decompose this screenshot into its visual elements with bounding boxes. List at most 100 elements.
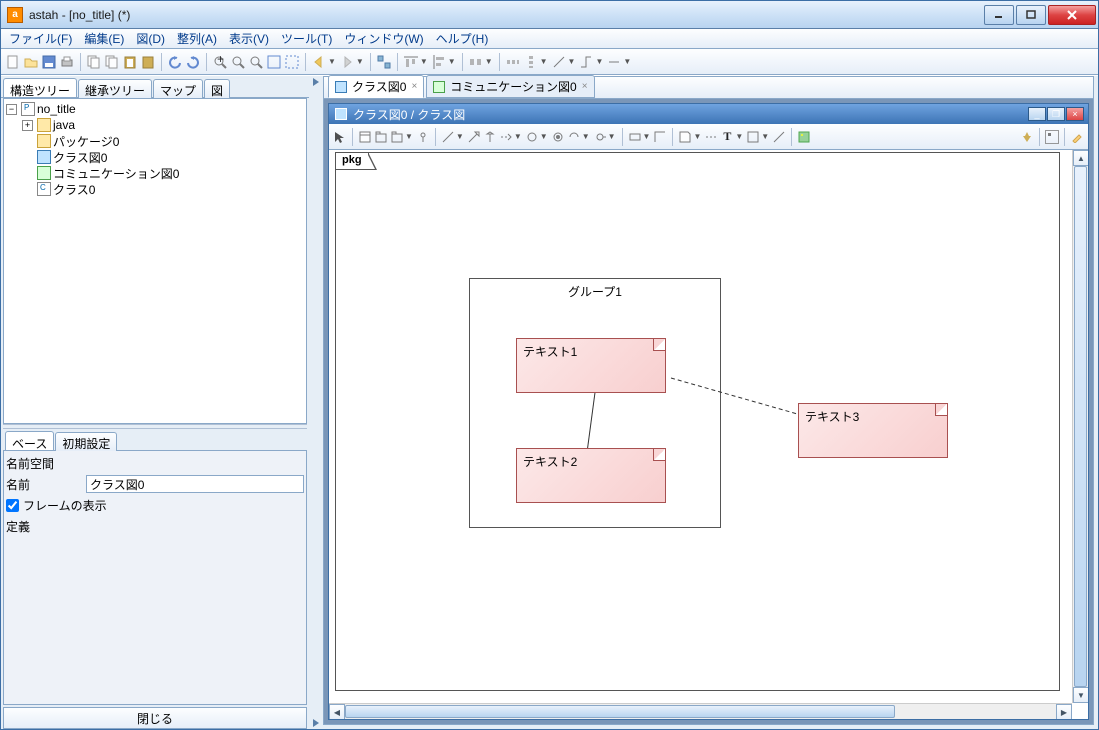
dist-v-dd-icon[interactable]: ▼	[540, 57, 548, 66]
close-tab-icon[interactable]: ×	[580, 81, 590, 92]
zoom-out-icon[interactable]	[230, 54, 246, 70]
undo-icon[interactable]	[167, 54, 183, 70]
tree-classdiag0[interactable]: クラス図0	[6, 149, 304, 165]
scroll-left-icon[interactable]: ◀	[329, 704, 345, 719]
back-dd-icon[interactable]: ▼	[328, 57, 336, 66]
copy-icon[interactable]	[86, 54, 102, 70]
dist-h-icon[interactable]	[505, 54, 521, 70]
tree-root[interactable]: −no_title	[6, 101, 304, 117]
close-button[interactable]	[1048, 5, 1096, 25]
dd-icon[interactable]: ▼	[582, 132, 590, 141]
scroll-right-icon[interactable]: ▶	[1056, 704, 1072, 719]
forward-dd-icon[interactable]: ▼	[356, 57, 364, 66]
paste2-icon[interactable]	[140, 54, 156, 70]
tree-class0[interactable]: クラス0	[6, 181, 304, 197]
dd-icon[interactable]: ▼	[405, 132, 413, 141]
note-text1[interactable]: テキスト1	[516, 338, 666, 393]
agg-icon[interactable]	[525, 130, 539, 144]
zoom-in-icon[interactable]: +	[212, 54, 228, 70]
pin-icon[interactable]	[1020, 130, 1034, 144]
line3-icon[interactable]	[606, 54, 622, 70]
size-h-icon[interactable]	[468, 54, 484, 70]
back-icon[interactable]	[311, 54, 327, 70]
menu-file[interactable]: ファイル(F)	[3, 28, 78, 49]
real2-icon[interactable]	[567, 130, 581, 144]
dd-icon[interactable]: ▼	[761, 132, 769, 141]
dist-v-icon[interactable]	[523, 54, 539, 70]
name-input[interactable]	[86, 475, 304, 493]
highlight-icon[interactable]	[1070, 130, 1084, 144]
tool-a-icon[interactable]	[376, 54, 392, 70]
note-text2[interactable]: テキスト2	[516, 448, 666, 503]
canvas[interactable]: pkg グループ1 テキスト1	[329, 150, 1072, 703]
open-icon[interactable]	[23, 54, 39, 70]
cut-icon[interactable]	[104, 54, 120, 70]
tree-java[interactable]: +java	[6, 117, 304, 133]
rect-icon[interactable]	[628, 130, 642, 144]
tree-package0[interactable]: パッケージ0	[6, 133, 304, 149]
tab-base[interactable]: ベース	[5, 431, 54, 450]
text-icon[interactable]: T	[720, 130, 734, 144]
image-icon[interactable]	[797, 130, 811, 144]
dep-icon[interactable]	[499, 130, 513, 144]
new-icon[interactable]	[5, 54, 21, 70]
dd-icon[interactable]: ▼	[540, 132, 548, 141]
iw-close-button[interactable]: ×	[1066, 107, 1084, 121]
menu-tool[interactable]: ツール(T)	[275, 28, 338, 49]
usage-icon[interactable]	[593, 130, 607, 144]
collapse-left-icon-2[interactable]	[313, 719, 321, 727]
collapse-left-icon[interactable]	[313, 78, 321, 86]
mini-icon[interactable]	[1045, 130, 1059, 144]
etab-comm[interactable]: コミュニケーション図0×	[426, 75, 594, 98]
class-icon[interactable]	[358, 130, 372, 144]
real-icon[interactable]	[483, 130, 497, 144]
titlebar[interactable]: a astah - [no_title] (*)	[1, 1, 1098, 29]
close-button[interactable]: 閉じる	[3, 707, 307, 729]
align-top-icon[interactable]	[403, 54, 419, 70]
menu-help[interactable]: ヘルプ(H)	[430, 28, 495, 49]
align-top-dd-icon[interactable]: ▼	[420, 57, 428, 66]
menu-view[interactable]: 表示(V)	[223, 28, 275, 49]
close-tab-icon[interactable]: ×	[409, 81, 419, 92]
freeline-icon[interactable]	[772, 130, 786, 144]
minimize-button[interactable]	[984, 5, 1014, 25]
forward-icon[interactable]	[339, 54, 355, 70]
vertical-scrollbar[interactable]: ▲ ▼	[1072, 150, 1088, 703]
interface-icon[interactable]	[416, 130, 430, 144]
collapse-icon[interactable]: −	[6, 104, 17, 115]
tab-diagram[interactable]: 図	[204, 79, 230, 98]
dd-icon[interactable]: ▼	[608, 132, 616, 141]
paste-icon[interactable]	[122, 54, 138, 70]
expand-icon[interactable]: +	[22, 120, 33, 131]
menu-edit[interactable]: 編集(E)	[78, 28, 130, 49]
maximize-button[interactable]	[1016, 5, 1046, 25]
dd-icon[interactable]: ▼	[735, 132, 743, 141]
menu-window[interactable]: ウィンドウ(W)	[338, 28, 429, 49]
shape-icon[interactable]	[746, 130, 760, 144]
line3-dd-icon[interactable]: ▼	[623, 57, 631, 66]
tab-structure[interactable]: 構造ツリー	[3, 78, 77, 97]
scroll-up-icon[interactable]: ▲	[1073, 150, 1088, 166]
zoom-100-icon[interactable]	[266, 54, 282, 70]
zoom-sel-icon[interactable]	[284, 54, 300, 70]
scroll-down-icon[interactable]: ▼	[1073, 687, 1088, 703]
tab-inheritance[interactable]: 継承ツリー	[78, 79, 152, 98]
tab-map[interactable]: マップ	[153, 79, 203, 98]
iw-maximize-button[interactable]: ❐	[1047, 107, 1065, 121]
menu-diagram[interactable]: 図(D)	[130, 28, 171, 49]
gutter[interactable]	[313, 76, 323, 729]
tree-commdiag0[interactable]: コミュニケーション図0	[6, 165, 304, 181]
note-text3[interactable]: テキスト3	[798, 403, 948, 458]
redo-icon[interactable]	[185, 54, 201, 70]
align-left-dd-icon[interactable]: ▼	[448, 57, 456, 66]
size-h-dd-icon[interactable]: ▼	[485, 57, 493, 66]
dd-icon[interactable]: ▼	[456, 132, 464, 141]
line1-dd-icon[interactable]: ▼	[568, 57, 576, 66]
line-icon[interactable]	[653, 130, 667, 144]
gen-icon[interactable]	[467, 130, 481, 144]
dd-icon[interactable]: ▼	[643, 132, 651, 141]
align-left-icon[interactable]	[431, 54, 447, 70]
etab-class[interactable]: クラス図0×	[328, 75, 424, 98]
select-icon[interactable]	[333, 130, 347, 144]
comp-icon[interactable]	[551, 130, 565, 144]
